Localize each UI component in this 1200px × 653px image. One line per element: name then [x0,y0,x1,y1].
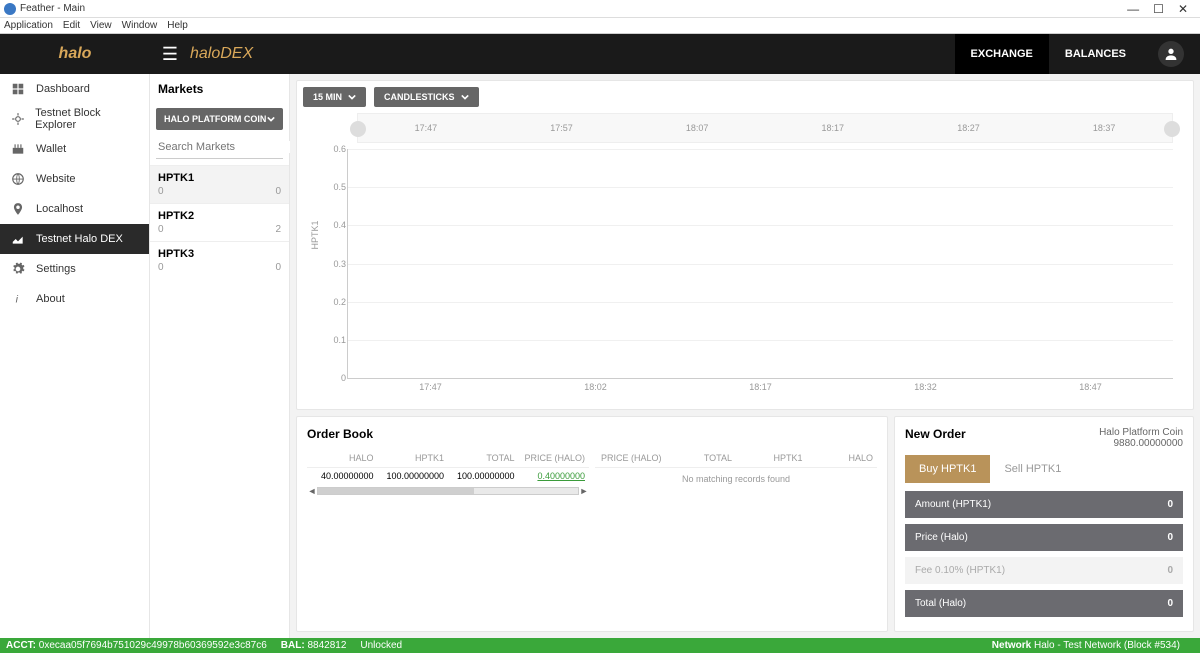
window-titlebar: Feather - Main — ☐ ✕ [0,0,1200,18]
sidebar-label: Settings [36,263,76,275]
close-button[interactable]: ✕ [1178,2,1188,16]
sidebar-label: About [36,293,65,305]
dashboard-icon [10,81,26,97]
sidebar-label: Testnet Halo DEX [36,233,123,245]
nav-balances[interactable]: BALANCES [1049,34,1142,74]
orderbook-asks: PRICE (HALO) TOTAL HPTK1 HALO No matchin… [595,449,877,496]
person-icon [1163,46,1179,62]
sidebar-label: Website [36,173,76,185]
explorer-icon [10,111,25,127]
menu-window[interactable]: Window [122,20,158,31]
neworder-title: New Order [905,427,966,441]
status-network: Halo - Test Network (Block #534) [1034,640,1180,651]
menu-edit[interactable]: Edit [63,20,80,31]
status-bar: ACCT: 0xecaa05f7694b751029c49978b6036959… [0,638,1200,653]
nav-exchange[interactable]: EXCHANGE [955,34,1049,74]
sidebar-label: Dashboard [36,83,90,95]
sidebar-item-localhost[interactable]: Localhost [0,194,149,224]
chart-plot: HPTK1 0.6 0.5 0.4 0.3 0.2 0.1 0 17:47 18… [347,149,1173,379]
menu-view[interactable]: View [90,20,112,31]
chart-ylabel: HPTK1 [310,220,320,249]
content-area: 15 MIN CANDLESTICKS 17:47 17:57 18:07 18… [290,74,1200,638]
amount-field[interactable]: Amount (HPTK1) 0 [905,491,1183,518]
total-field: Total (Halo) 0 [905,590,1183,617]
user-avatar[interactable] [1158,41,1184,67]
status-acct: 0xecaa05f7694b751029c49978b60369592e3c87… [39,640,267,651]
window-title: Feather - Main [20,3,1127,14]
minimize-button[interactable]: — [1127,2,1139,16]
tab-sell[interactable]: Sell HPTK1 [990,455,1075,483]
market-row-hptk3[interactable]: HPTK3 00 [150,241,289,279]
sidebar-item-wallet[interactable]: Wallet [0,134,149,164]
slider-handle-right[interactable] [1164,121,1180,137]
status-lock: Unlocked [360,640,402,651]
sidebar-item-website[interactable]: Website [0,164,149,194]
chart-time-slider[interactable]: 17:47 17:57 18:07 18:17 18:27 18:37 [357,113,1173,143]
halo-logo: halo [0,34,150,74]
sidebar-item-settings[interactable]: Settings [0,254,149,284]
menu-help[interactable]: Help [167,20,188,31]
chevron-down-icon [267,115,275,123]
neworder-card: New Order Halo Platform Coin 9880.000000… [894,416,1194,632]
scroll-left-icon[interactable]: ◄ [307,486,317,496]
app-menubar: Application Edit View Window Help [0,18,1200,34]
maximize-button[interactable]: ☐ [1153,2,1164,16]
timeframe-dropdown[interactable]: 15 MIN [303,87,366,107]
app-icon [4,3,16,15]
tab-buy[interactable]: Buy HPTK1 [905,455,990,483]
chevron-down-icon [348,93,356,101]
coin-balance: 9880.00000000 [1099,438,1183,449]
status-bal: 8842812 [307,640,346,651]
orderbook-bids: HALO HPTK1 TOTAL PRICE (HALO) 40.0000000… [307,449,589,496]
hamburger-icon[interactable]: ☰ [150,44,190,65]
chart-style-dropdown[interactable]: CANDLESTICKS [374,87,479,107]
slider-handle-left[interactable] [350,121,366,137]
info-icon: i [10,291,26,307]
scroll-right-icon[interactable]: ► [579,486,589,496]
price-field[interactable]: Price (Halo) 0 [905,524,1183,551]
market-coin-dropdown[interactable]: HALO PLATFORM COIN [156,108,283,130]
svg-text:i: i [16,294,19,306]
orderbook-scrollbar[interactable]: ◄ ► [307,486,589,496]
gear-icon [10,261,26,277]
sidebar-item-dashboard[interactable]: Dashboard [0,74,149,104]
market-row-hptk1[interactable]: HPTK1 00 [150,165,289,203]
orderbook-empty: No matching records found [595,468,877,490]
app-header: halo ☰ haloDEX EXCHANGE BALANCES [0,34,1200,74]
globe-icon [10,171,26,187]
search-input[interactable] [158,141,300,153]
chart-icon [10,231,26,247]
sidebar-label: Wallet [36,143,66,155]
orderbook-title: Order Book [307,427,877,441]
orderbook-card: Order Book HALO HPTK1 TOTAL PRICE (HALO)… [296,416,888,632]
orderbook-row[interactable]: 40.00000000 100.00000000 100.00000000 0.… [307,468,589,484]
chart-card: 15 MIN CANDLESTICKS 17:47 17:57 18:07 18… [296,80,1194,410]
markets-panel: Markets HALO PLATFORM COIN HPTK1 00 HPTK… [150,74,290,638]
fee-field: Fee 0.10% (HPTK1) 0 [905,557,1183,584]
market-row-hptk2[interactable]: HPTK2 02 [150,203,289,241]
markets-title: Markets [150,74,289,104]
sidebar-item-about[interactable]: i About [0,284,149,314]
sidebar-label: Localhost [36,203,83,215]
wallet-icon [10,141,26,157]
halodex-logo: haloDEX [190,45,253,63]
market-search[interactable] [156,136,283,159]
menu-application[interactable]: Application [4,20,53,31]
sidebar-item-explorer[interactable]: Testnet Block Explorer [0,104,149,134]
pin-icon [10,201,26,217]
chevron-down-icon [461,93,469,101]
sidebar-label: Testnet Block Explorer [35,107,139,131]
sidebar-item-halodex[interactable]: Testnet Halo DEX [0,224,149,254]
left-sidebar: Dashboard Testnet Block Explorer Wallet … [0,74,150,638]
coin-name: Halo Platform Coin [1099,427,1183,438]
